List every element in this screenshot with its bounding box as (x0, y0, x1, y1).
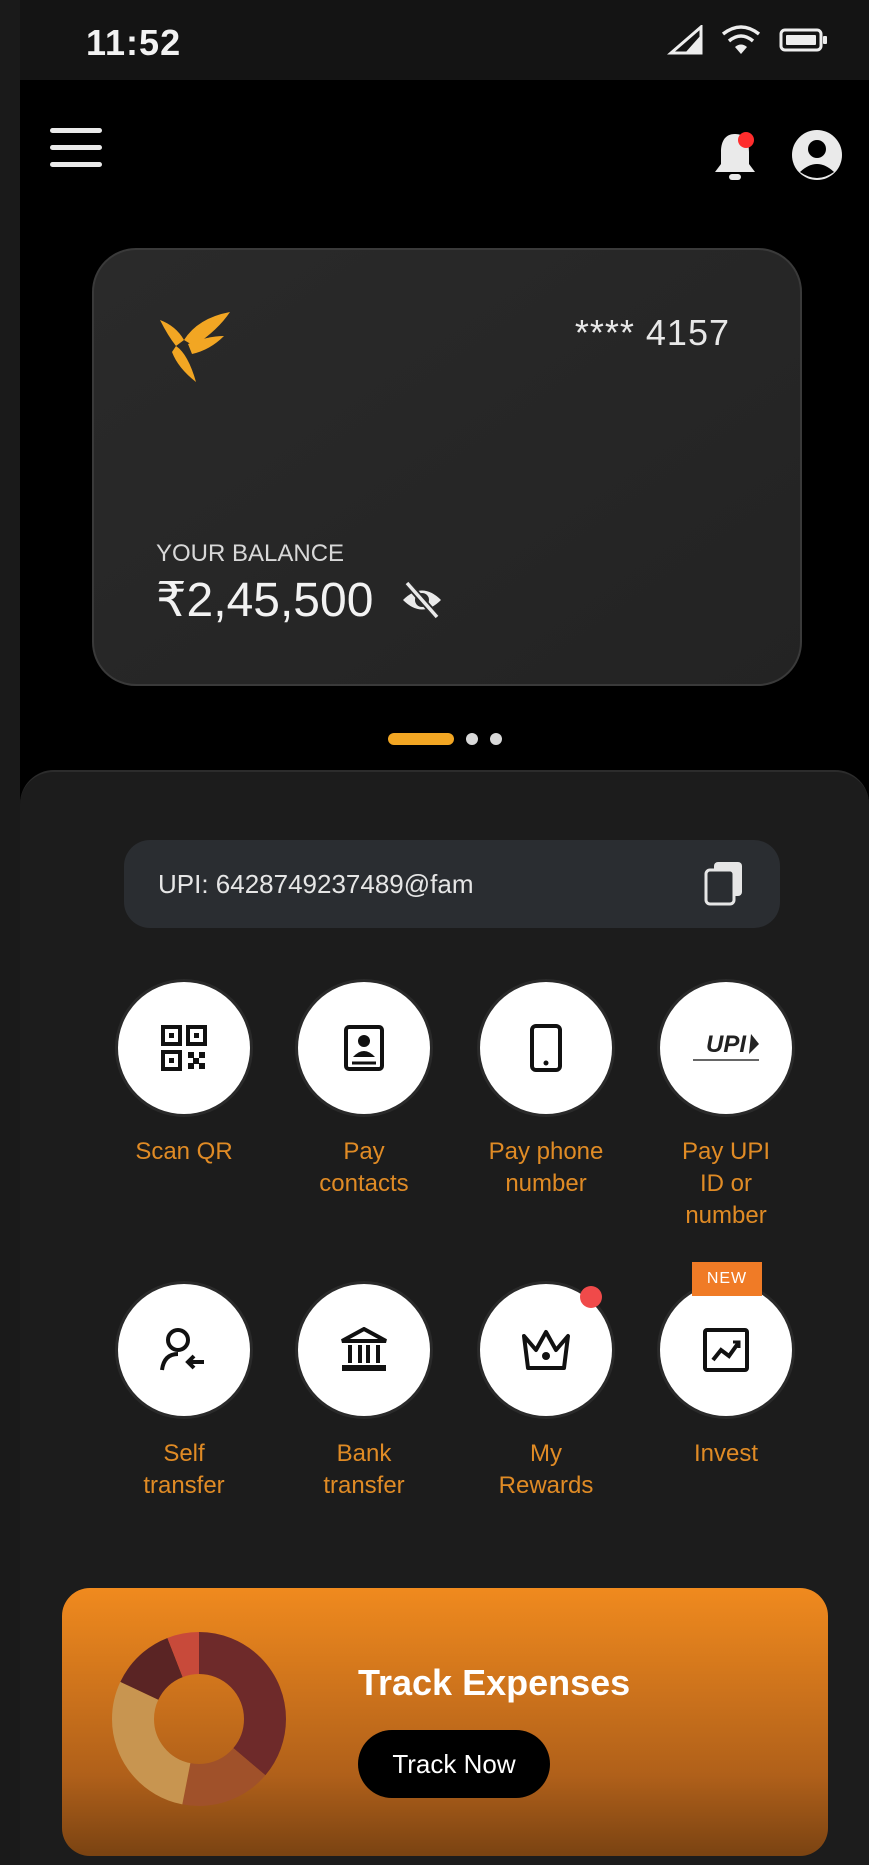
rewards-notification-dot (580, 1286, 602, 1308)
pager-dot-active[interactable] (388, 733, 454, 745)
action-label: My Rewards (466, 1438, 626, 1502)
balance-label: YOUR BALANCE (156, 540, 345, 567)
balance-amount-row: ₹2,45,500 (156, 572, 445, 628)
upi-id-bar: UPI: 6428749237489@fam (124, 840, 780, 928)
eye-off-icon[interactable] (399, 577, 445, 623)
label-line: Rewards (498, 1472, 594, 1499)
action-pay-contacts[interactable]: Pay contacts (284, 982, 444, 1200)
menu-line (50, 128, 102, 133)
card-masked-number: **** 4157 (574, 312, 730, 353)
donut-chart-icon (112, 1632, 286, 1806)
label-line: ID or (699, 1170, 752, 1197)
menu-button[interactable] (50, 128, 102, 172)
phone-screen: 11:52 **** 4157 YOUR BALANCE ₹2,45,500 U… (20, 0, 869, 1865)
crown-icon (522, 1330, 570, 1370)
upi-logo-text: UPI (706, 1031, 747, 1058)
menu-line (50, 162, 102, 167)
action-scan-qr[interactable]: Scan QR (104, 982, 264, 1168)
balance-card[interactable]: **** 4157 YOUR BALANCE ₹2,45,500 (92, 248, 802, 686)
menu-line (50, 145, 102, 150)
fam-logo-icon (160, 312, 230, 382)
bank-icon (341, 1327, 387, 1371)
action-bank-transfer[interactable]: Bank transfer (284, 1284, 444, 1502)
notifications-button[interactable] (710, 128, 760, 184)
status-bar: 11:52 (20, 0, 869, 80)
phone-icon (530, 1024, 562, 1072)
banner-title: Track Expenses (358, 1662, 631, 1703)
action-circle[interactable] (118, 982, 250, 1114)
upi-id-text: UPI: 6428749237489@fam (158, 868, 474, 899)
action-circle[interactable]: UPI (660, 982, 792, 1114)
label-line: number (685, 1202, 767, 1229)
label-line: contacts (319, 1170, 409, 1197)
pager-dot[interactable] (466, 733, 478, 745)
action-circle[interactable]: NEW (660, 1262, 792, 1416)
user-avatar-icon (792, 130, 842, 180)
action-circle[interactable] (298, 1284, 430, 1416)
status-time: 11:52 (86, 22, 182, 63)
qr-code-icon (161, 1025, 207, 1071)
action-label: Bank transfer (284, 1438, 444, 1502)
track-expenses-banner[interactable]: Track Expenses Track Now (62, 1588, 828, 1856)
card-pager (388, 733, 502, 745)
action-my-rewards[interactable]: My Rewards (466, 1284, 626, 1502)
chart-up-icon (703, 1328, 749, 1372)
label-line: Scan QR (135, 1138, 233, 1165)
label-line: transfer (323, 1472, 405, 1499)
action-label: Scan QR (104, 1136, 264, 1168)
action-label: Invest (646, 1438, 806, 1470)
contacts-book-icon (344, 1025, 384, 1071)
copy-icon[interactable] (702, 860, 746, 908)
status-icons (667, 24, 829, 56)
self-transfer-icon (160, 1328, 204, 1371)
label-line: Self (163, 1440, 205, 1467)
actions-sheet: UPI: 6428749237489@fam Scan QR Pay conta… (20, 770, 869, 1865)
label-line: Invest (693, 1440, 759, 1467)
notification-dot (738, 132, 754, 148)
action-circle[interactable] (118, 1284, 250, 1416)
action-circle[interactable] (298, 982, 430, 1114)
label-line: transfer (143, 1472, 225, 1499)
upi-logo-icon: UPI (693, 1031, 759, 1061)
action-label: Pay UPI ID or number (646, 1136, 806, 1232)
action-pay-phone-number[interactable]: Pay phone number (466, 982, 626, 1200)
balance-amount: ₹2,45,500 (156, 574, 374, 627)
action-label: Self transfer (104, 1438, 264, 1502)
action-label: Pay phone number (466, 1136, 626, 1200)
signal-icon (667, 25, 703, 55)
label-line: Pay (343, 1138, 385, 1165)
action-self-transfer[interactable]: Self transfer (104, 1284, 264, 1502)
profile-button[interactable] (790, 128, 844, 182)
label-line: Pay UPI (681, 1138, 771, 1165)
action-circle[interactable] (480, 982, 612, 1114)
label-line: My (530, 1440, 562, 1467)
label-line: number (505, 1170, 587, 1197)
action-label: Pay contacts (284, 1136, 444, 1200)
pager-dot[interactable] (490, 733, 502, 745)
new-badge: NEW (692, 1262, 762, 1296)
track-now-button[interactable]: Track Now (358, 1730, 550, 1798)
battery-icon (779, 28, 827, 52)
label-line: Pay phone (488, 1138, 604, 1165)
wifi-icon (721, 25, 761, 54)
label-line: Bank (336, 1440, 392, 1467)
action-invest[interactable]: NEW Invest (646, 1262, 806, 1470)
action-circle[interactable] (480, 1284, 612, 1416)
action-pay-upi-id[interactable]: UPI Pay UPI ID or number (646, 982, 806, 1232)
